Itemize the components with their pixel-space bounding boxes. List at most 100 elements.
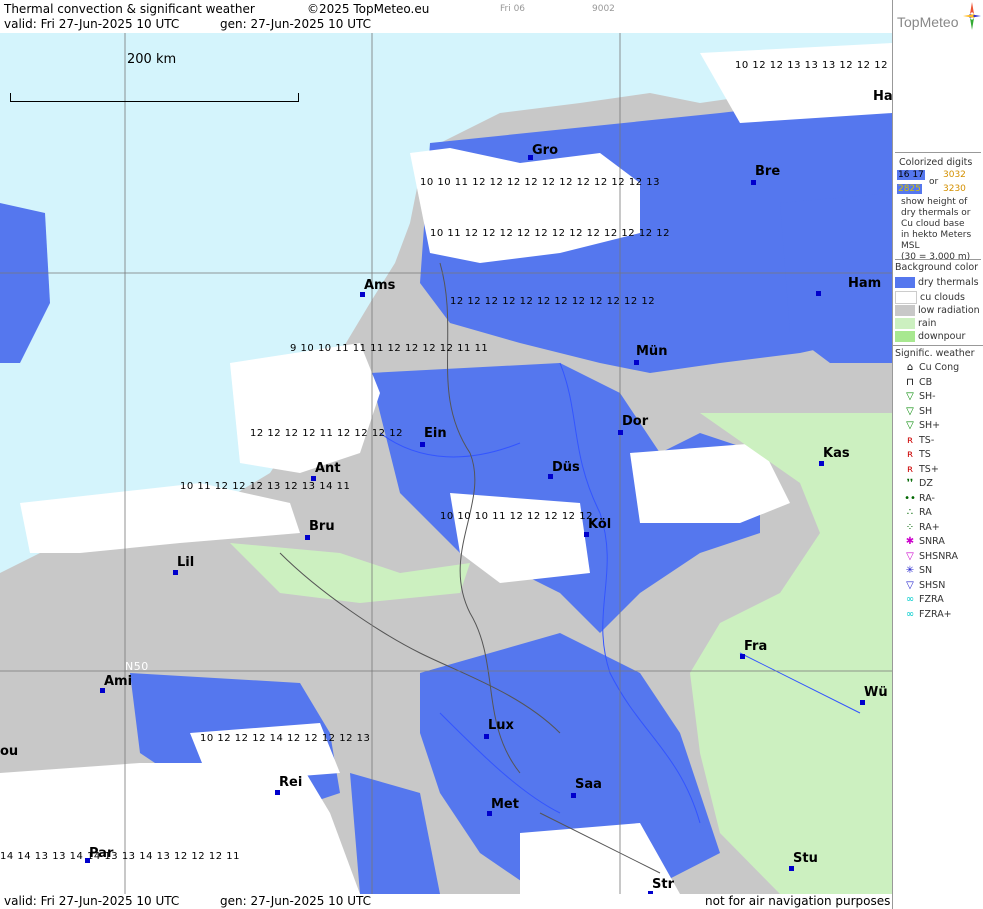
digit-row: 10 12 12 13 13 13 12 12 12 13 13 12 12 1… — [735, 60, 892, 71]
map-title: Thermal convection & significant weather — [4, 2, 255, 16]
sample-blue-yellow: 2825 — [897, 184, 922, 194]
legend-dry-thermals: dry thermals — [895, 277, 979, 291]
digit-row: 10 11 12 12 12 13 12 13 14 11 — [180, 481, 351, 492]
city-label: Met — [491, 797, 519, 812]
sample-orange-2: 3230 — [943, 184, 966, 194]
weather-legend-label: TS- — [919, 434, 935, 446]
freezing-rain-icon: ∞ — [905, 594, 915, 605]
weather-legend-item: ✳ SN — [901, 565, 932, 579]
city-label: Par — [89, 846, 114, 861]
freezing-rain-heavy-icon: ∞ — [905, 608, 915, 620]
rain-heavy-icon: ⁘ — [905, 521, 915, 533]
city-label: Gro — [532, 143, 559, 158]
weather-legend-item: ʀ TS- — [901, 435, 934, 449]
city-label: Ein — [424, 426, 447, 441]
legend-low-radiation: low radiation — [895, 305, 980, 319]
weather-legend-item: ⊓ CB — [901, 377, 932, 391]
shower-snow-rain-icon: ▽ — [906, 550, 914, 562]
colorized-digits-legend: Colorized digits 16 17 or 3032 2825 3230… — [895, 152, 981, 262]
weather-legend-label: SN — [919, 565, 933, 576]
valid-time: valid: Fri 27-Jun-2025 10 UTC — [4, 17, 180, 31]
topmeteo-logo: TopMeteo — [897, 14, 959, 30]
footer-valid-time: valid: Fri 27-Jun-2025 10 UTC — [4, 894, 180, 908]
copyright: ©2025 TopMeteo.eu — [307, 2, 430, 16]
map-code: 9002 — [592, 4, 615, 14]
weather-legend-label: Cu Cong — [919, 362, 960, 373]
legend-rain: rain — [895, 318, 936, 332]
digit-row: 10 10 10 11 12 12 12 12 12 — [440, 511, 593, 522]
city-label: Lil — [177, 555, 195, 570]
city-label: Mün — [636, 344, 668, 359]
weather-legend-item: ⌂ Cu Cong — [901, 362, 959, 376]
weather-legend-item: ▽ SH+ — [901, 420, 940, 434]
rain-light-icon: •• — [904, 492, 916, 504]
city-label: Stu — [793, 851, 818, 866]
rain-icon: ∴ — [906, 507, 914, 518]
disclaimer: not for air navigation purposes — [705, 894, 891, 908]
digit-row: 10 11 12 12 12 12 12 12 12 12 12 12 12 1… — [430, 228, 670, 239]
weather-legend-label: RA- — [919, 492, 935, 504]
thunderstorm-icon: ʀ — [906, 449, 914, 460]
city-label: Lux — [488, 718, 514, 733]
city-label: Köl — [588, 517, 612, 532]
map-footer: valid: Fri 27-Jun-2025 10 UTC gen: 27-Ju… — [0, 894, 893, 909]
weather-legend-item: ʀ TS+ — [901, 464, 939, 478]
digit-row: 10 10 11 12 12 12 12 12 12 12 12 12 12 1… — [420, 177, 660, 188]
weather-legend-item: •• RA- — [901, 493, 935, 507]
digit-row: 12 12 12 12 11 12 12 12 12 — [250, 428, 403, 439]
map-header: Thermal convection & significant weather… — [0, 0, 893, 33]
weather-legend-label: SH- — [919, 391, 936, 402]
sample-orange: 3032 — [943, 170, 966, 180]
weather-legend-label: RA — [919, 507, 932, 518]
city-label: Fra — [744, 639, 768, 654]
weather-legend-item: ⁘ RA+ — [901, 522, 940, 536]
weather-legend-label: FZRA — [919, 594, 944, 605]
drizzle-icon: ❜❜ — [906, 478, 914, 489]
city-label: ou — [0, 744, 19, 759]
latitude-label: N50 — [125, 660, 149, 673]
weather-legend-label: SNRA — [919, 536, 945, 547]
city-label: Ams — [364, 278, 396, 293]
footer-gen-time: gen: 27-Jun-2025 10 UTC — [220, 894, 372, 908]
city-label: Wü — [864, 685, 888, 700]
weather-map[interactable]: 200 km N50 10 12 12 13 13 13 12 12 12 13… — [0, 33, 892, 894]
weather-legend-label: DZ — [919, 478, 933, 489]
weather-legend-label: SH — [919, 405, 933, 417]
significant-weather-title: Signific. weather — [895, 348, 975, 359]
snow-rain-icon: ✱ — [905, 536, 915, 547]
weather-legend-label: CB — [919, 376, 933, 388]
sample-blue: 16 17 — [897, 170, 925, 180]
scale-bar — [10, 93, 299, 102]
weather-legend-label: FZRA+ — [919, 608, 952, 620]
weather-legend-item: ❜❜ DZ — [901, 478, 933, 492]
city-label: Ha — [873, 89, 892, 104]
map-background — [0, 33, 892, 894]
weather-legend-item: ▽ SHSN — [901, 580, 945, 594]
thunderstorm-light-icon: ʀ — [906, 434, 914, 446]
weather-legend-item: ∴ RA — [901, 507, 932, 521]
city-label: Bru — [309, 519, 335, 534]
city-label: Kas — [823, 446, 850, 461]
weather-legend-item: ʀ TS — [901, 449, 931, 463]
city-label: Ham — [848, 276, 882, 291]
weather-legend-label: SHSN — [919, 579, 946, 591]
snow-icon: ✳ — [905, 565, 915, 576]
weather-legend-item: ∞ FZRA — [901, 594, 944, 608]
digit-row: 10 12 12 12 14 12 12 12 12 13 — [200, 733, 371, 744]
background-color-title: Background color — [895, 262, 979, 273]
city-label: Str — [652, 877, 674, 892]
explain-text: show height of dry thermals or Cu cloud … — [901, 197, 972, 262]
city-label: Ant — [315, 461, 341, 476]
weather-legend-label: TS — [919, 449, 931, 460]
colorized-title: Colorized digits — [899, 157, 973, 168]
weather-legend-label: SH+ — [919, 420, 941, 431]
shower-snow-icon: ▽ — [906, 579, 914, 591]
city-label: Rei — [279, 775, 303, 790]
city-label: Saa — [575, 777, 602, 792]
city-label: Ami — [104, 674, 133, 689]
digit-row: 9 10 10 11 11 11 12 12 12 12 11 11 — [290, 343, 489, 354]
weather-legend-item: ∞ FZRA+ — [901, 609, 952, 623]
day-tag: Fri 06 — [500, 4, 526, 14]
digit-row: 12 12 12 12 12 12 12 12 12 12 12 12 — [450, 296, 656, 307]
city-label: Düs — [552, 460, 580, 475]
